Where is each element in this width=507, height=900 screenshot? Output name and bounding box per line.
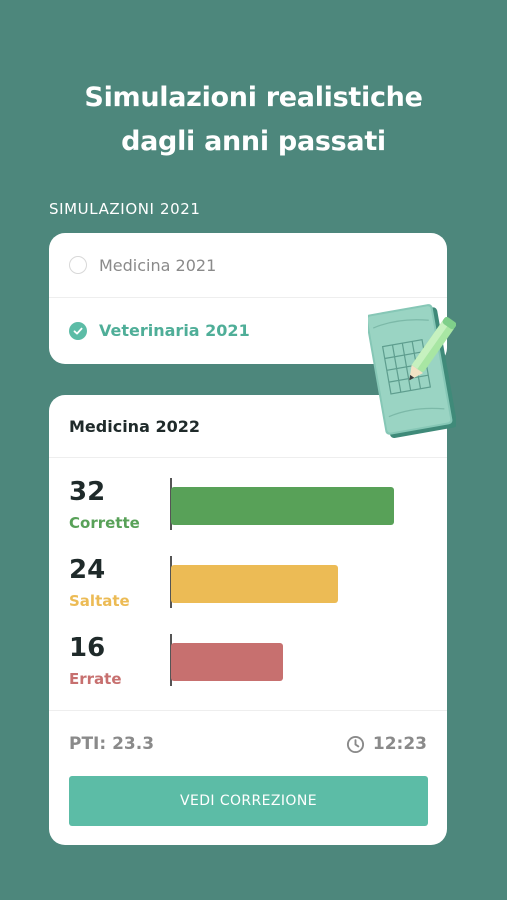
- check-circle-icon: [69, 321, 87, 340]
- correct-label: Corrette: [69, 514, 140, 532]
- view-correction-button[interactable]: VEDI CORREZIONE: [69, 776, 428, 826]
- skipped-bar: [171, 565, 338, 603]
- divider: [49, 710, 447, 711]
- radio-unchecked-icon: [69, 256, 87, 274]
- clock-icon: [346, 735, 364, 753]
- divider: [49, 457, 447, 458]
- skipped-label: Saltate: [69, 592, 130, 610]
- correct-count: 32: [69, 477, 106, 507]
- section-label: SIMULAZIONI 2021: [49, 200, 201, 218]
- elapsed-time: 12:23: [346, 734, 427, 754]
- wrong-bar: [171, 643, 283, 681]
- time-value: 12:23: [372, 734, 427, 754]
- correct-bar: [171, 487, 394, 525]
- wrong-count: 16: [69, 633, 106, 663]
- pti-score: PTI: 23.3: [69, 734, 155, 754]
- results-card: Medicina 2022 32 Corrette 24 Saltate 16 …: [49, 395, 447, 845]
- notebook-pencil-icon: [368, 304, 456, 439]
- headline-line-1: Simulazioni realistiche: [84, 82, 423, 113]
- headline-line-2: dagli anni passati: [121, 126, 386, 157]
- wrong-label: Errate: [69, 670, 122, 688]
- option-label: Medicina 2021: [99, 255, 217, 275]
- results-title: Medicina 2022: [69, 417, 200, 436]
- option-label-selected: Veterinaria 2021: [99, 321, 250, 340]
- headline: Simulazioni realistiche dagli anni passa…: [0, 76, 507, 164]
- option-medicina-2021[interactable]: Medicina 2021: [49, 233, 447, 298]
- skipped-count: 24: [69, 555, 106, 585]
